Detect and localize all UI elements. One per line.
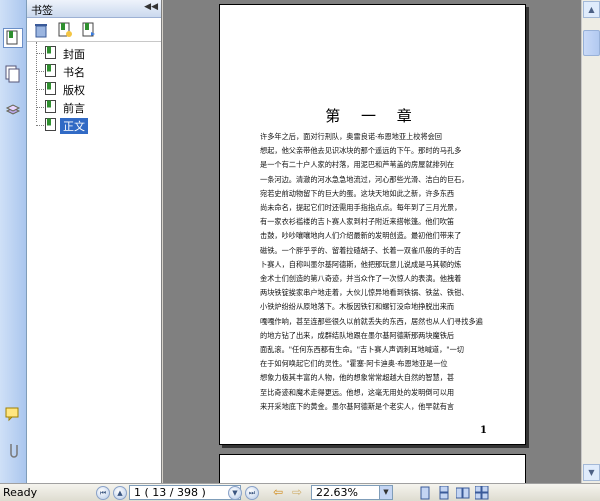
zoom-value: 22.63%: [316, 486, 358, 499]
body-text-line: 有一家衣衫褴褛的吉卜赛人家到村子附近来搭帐篷。他们吹笛: [260, 217, 455, 227]
bookmark-icon: [45, 46, 57, 60]
bookmarks-tree: 封面 书名 版权 前言 正文: [27, 42, 161, 134]
bookmark-item[interactable]: 书名: [27, 62, 162, 80]
new-bookmark-icon[interactable]: [57, 22, 73, 38]
body-text-line: 是一个有二十户人家的村落，用泥巴和芦苇盖的房屋就排列在: [260, 160, 455, 170]
delete-icon[interactable]: [33, 22, 49, 38]
bookmark-item-selected[interactable]: 正文: [27, 116, 162, 134]
body-text-line: 的地方钻了出来，成群结队地跟在墨尔基阿德斯那两块魔铁后: [260, 330, 455, 340]
chevron-down-icon[interactable]: ▼: [379, 486, 392, 499]
body-text-line: 小铁炉纷纷从原地落下。木板因铁钉和螺钉没命地挣脱出来而: [260, 302, 455, 312]
next-document-page: [219, 454, 526, 483]
previous-page-icon[interactable]: ▲: [113, 486, 127, 500]
body-text-line: 面乱滚。"任何东西都有生命。"吉卜赛人声调刺耳地喊道，"一切: [260, 345, 464, 355]
continuous-facing-view-icon[interactable]: [474, 485, 489, 500]
bookmarks-toolbar: [27, 18, 161, 42]
body-text-line: 两块铁锭挨家串户地走着，大伙儿惊异地看到铁锅、铁盆、铁钳、: [260, 288, 469, 298]
bookmarks-title: 书签: [31, 4, 53, 17]
chapter-title: 第 一 章: [325, 107, 420, 125]
vertical-scrollbar[interactable]: ▲ ▼: [581, 0, 600, 483]
bookmark-icon: [45, 100, 57, 114]
next-page-icon[interactable]: ▼: [228, 486, 242, 500]
page-body-text: 许多年之后，面对行刑队，奥雷良诺·布恩地亚上校将会回想起，他父亲带他去见识冰块的…: [260, 130, 488, 414]
bookmarks-icon[interactable]: [3, 28, 23, 48]
body-text-line: 嘎嘎作响，甚至连那些很久以前就丢失的东西，居然也从人们寻找多遍: [260, 316, 483, 326]
body-text-line: 磁铁。一个胖乎乎的、留着拉碴胡子、长着一双雀爪般的手的吉: [260, 245, 462, 255]
double-left-arrow-icon[interactable]: ◀◀: [144, 2, 158, 12]
go-forward-icon[interactable]: ⇨: [290, 486, 304, 500]
page-number-field[interactable]: 1 ( 13 / 398 ): [129, 485, 241, 500]
document-page: 第 一 章 许多年之后，面对行刑队，奥雷良诺·布恩地亚上校将会回想起，他父亲带他…: [219, 4, 526, 445]
status-text: Ready: [3, 486, 38, 499]
body-text-line: 至比奇迹和魔术走得更远。他想，这毫无用处的发明倒可以用: [260, 387, 455, 397]
body-text-line: 许多年之后，面对行刑队，奥雷良诺·布恩地亚上校将会回: [260, 132, 442, 141]
bookmark-label[interactable]: 前言: [60, 100, 88, 116]
body-text-line: 金术士们创造的第八奇迹，并当众作了一次惊人的表演。他拽着: [260, 274, 462, 284]
body-text-line: 想象力极其丰富的人物，他的想象常常超越大自然的智慧，甚: [260, 373, 455, 383]
status-bar: Ready ⏮ ▲ 1 ( 13 / 398 ) ▼ ⏭ ⇦ ⇨ 22.63% …: [0, 483, 600, 501]
bookmark-label[interactable]: 书名: [60, 64, 88, 80]
first-page-icon[interactable]: ⏮: [96, 486, 110, 500]
bookmark-item[interactable]: 封面: [27, 44, 162, 62]
body-text-line: 尚未命名，提起它们时还需用手指指点点。每年到了三月光景，: [260, 203, 462, 213]
navigation-panel-strip: [0, 0, 27, 483]
continuous-view-icon[interactable]: [437, 485, 451, 500]
zoom-field[interactable]: 22.63% ▼: [311, 485, 393, 500]
bookmarks-header: 书签 ◀◀: [27, 0, 161, 18]
body-text-line: 宛若史前动物留下的巨大的蛋。这块天地如此之新，许多东西: [260, 188, 455, 198]
bookmark-label[interactable]: 封面: [60, 46, 88, 62]
pages-icon[interactable]: [3, 64, 23, 84]
single-page-view-icon[interactable]: [418, 486, 432, 500]
body-text-line: 来开采地底下的黄金。墨尔基阿德斯是个老实人，他早就有言: [260, 401, 455, 411]
bookmarks-panel: 书签 ◀◀ 封面 书名 版权 前言 正文: [27, 0, 162, 483]
facing-view-icon[interactable]: [455, 486, 470, 500]
scroll-up-icon[interactable]: ▲: [583, 1, 600, 18]
document-view[interactable]: 第 一 章 许多年之后，面对行刑队，奥雷良诺·布恩地亚上校将会回想起，他父亲带他…: [163, 0, 581, 483]
bookmark-icon: [45, 82, 57, 96]
body-text-line: 一条河边。清澈的河水急急地流过，河心那些光滑、洁白的巨石，: [260, 174, 469, 184]
last-page-icon[interactable]: ⏭: [245, 486, 259, 500]
scrollbar-thumb[interactable]: [583, 30, 600, 56]
bookmark-label[interactable]: 正文: [60, 118, 88, 134]
bookmark-properties-icon[interactable]: [81, 22, 97, 38]
bookmark-icon: [45, 64, 57, 78]
layers-icon[interactable]: [3, 100, 23, 120]
bookmark-label[interactable]: 版权: [60, 82, 88, 98]
go-back-icon[interactable]: ⇦: [271, 486, 285, 500]
body-text-line: 卜赛人，自称叫墨尔基阿德斯，他把那玩意儿说成是马其顿的炼: [260, 259, 462, 269]
bookmark-icon: [45, 118, 57, 132]
body-text-line: 想起，他父亲带他去见识冰块的那个遥远的下午。那时的马孔多: [260, 146, 462, 156]
body-text-line: 击鼓，吵吵嚷嚷地向人们介绍最新的发明创造。最初他们带来了: [260, 231, 462, 241]
comments-icon[interactable]: [3, 404, 23, 424]
scroll-down-icon[interactable]: ▼: [583, 464, 600, 481]
body-text-line: 在于如何唤起它们的灵性。"霍塞·阿卡迪奥·布恩地亚是一位: [260, 359, 448, 369]
bookmark-item[interactable]: 版权: [27, 80, 162, 98]
page-number: 1: [480, 425, 487, 436]
attachments-icon[interactable]: [3, 440, 23, 460]
bookmark-item[interactable]: 前言: [27, 98, 162, 116]
